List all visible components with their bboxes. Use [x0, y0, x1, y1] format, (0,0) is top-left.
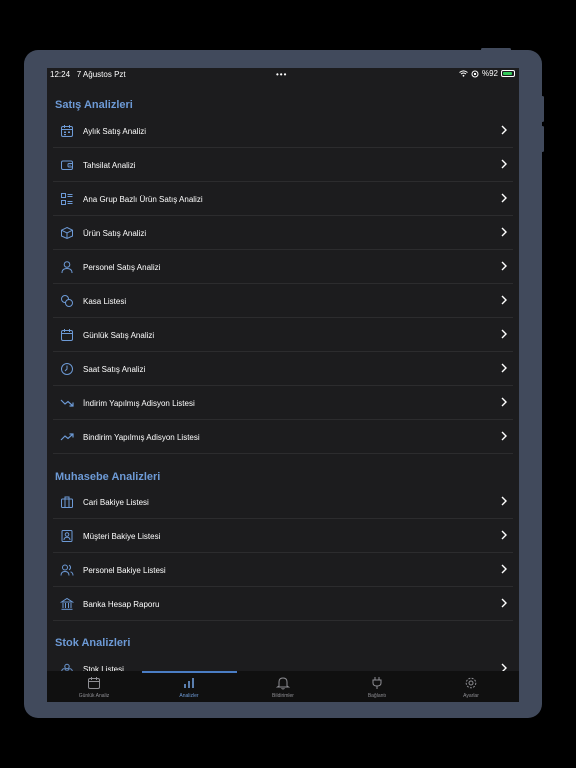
list-item-label: Personel Satış Analizi — [83, 262, 161, 272]
list-item-label: Bindirim Yapılmış Adisyon Listesi — [83, 432, 200, 442]
gear-icon — [464, 676, 478, 691]
list-item-urun-satis[interactable]: Ürün Satış Analizi — [53, 216, 513, 250]
list-item-banka-hesap[interactable]: Banka Hesap Raporu — [53, 587, 513, 621]
bell-icon — [276, 676, 290, 691]
list-item-saat-satis[interactable]: Saat Satış Analizi — [53, 352, 513, 386]
list-item-label: Kasa Listesi — [83, 296, 127, 306]
wallet-icon — [57, 155, 77, 175]
section-title-accounting: Muhasebe Analizleri — [55, 471, 161, 483]
tab-bildirimler[interactable]: Bildirimler — [236, 671, 330, 702]
box-icon — [57, 223, 77, 243]
active-tab-indicator — [142, 671, 237, 673]
chevron-right-icon — [501, 295, 507, 305]
briefcase-icon — [57, 492, 77, 512]
battery-percent: %92 — [481, 69, 498, 78]
tab-ayarlar[interactable]: Ayarlar — [424, 671, 518, 702]
list-item-label: Günlük Satış Analizi — [83, 330, 155, 340]
chevron-right-icon — [501, 431, 507, 441]
chevron-right-icon — [501, 397, 507, 407]
person-icon — [57, 257, 77, 277]
chevron-right-icon — [501, 496, 507, 506]
list-item-indirim[interactable]: İndirim Yapılmış Adisyon Listesi — [53, 386, 513, 420]
list-item-tahsilat[interactable]: Tahsilat Analizi — [53, 148, 513, 182]
list-item-label: Cari Bakiye Listesi — [83, 497, 149, 507]
chevron-right-icon — [501, 159, 507, 169]
chevron-right-icon — [501, 227, 507, 237]
chevron-right-icon — [501, 125, 507, 135]
tab-label: Ayarlar — [463, 693, 479, 699]
list-item-label: Ürün Satış Analizi — [83, 228, 147, 238]
tab-label: Analizler — [179, 693, 199, 699]
list-item-bindirim[interactable]: Bindirim Yapılmış Adisyon Listesi — [53, 420, 513, 454]
multitask-dots[interactable]: ••• — [276, 70, 287, 79]
tab-baglanti[interactable]: Bağlantı — [330, 671, 424, 702]
bar-chart-icon — [182, 676, 196, 691]
coins-icon — [57, 291, 77, 311]
people-icon — [57, 560, 77, 580]
device-volume-up-button — [541, 96, 544, 122]
chevron-right-icon — [501, 363, 507, 373]
divider — [53, 453, 513, 454]
list-item-personel-bakiye[interactable]: Personel Bakiye Listesi — [53, 553, 513, 587]
list-item-label: Aylık Satış Analizi — [83, 126, 146, 136]
contact-card-icon — [57, 526, 77, 546]
clock-icon — [57, 359, 77, 379]
chevron-right-icon — [501, 598, 507, 608]
orientation-lock-icon — [471, 70, 479, 77]
section-title-sales: Satış Analizleri — [55, 99, 133, 111]
tab-label: Bildirimler — [272, 693, 294, 699]
list-item-label: Ana Grup Bazlı Ürün Satış Analizi — [83, 194, 203, 204]
chevron-right-icon — [501, 261, 507, 271]
tab-analizler[interactable]: Analizler — [142, 671, 236, 702]
list-item-musteri-bakiye[interactable]: Müşteri Bakiye Listesi — [53, 519, 513, 553]
wifi-icon — [459, 70, 468, 77]
list-item-label: Personel Bakiye Listesi — [83, 565, 166, 575]
status-bar: 12:24 7 Ağustos Pzt ••• %92 — [47, 68, 519, 82]
list-item-aylik-satis[interactable]: Aylık Satış Analizi — [53, 114, 513, 148]
device-power-button — [481, 48, 511, 51]
list-item-gunluk-satis[interactable]: Günlük Satış Analizi — [53, 318, 513, 352]
divider — [53, 620, 513, 621]
calendar-icon — [87, 676, 101, 691]
chevron-right-icon — [501, 329, 507, 339]
list-item-cari-bakiye[interactable]: Cari Bakiye Listesi — [53, 485, 513, 519]
chevron-right-icon — [501, 193, 507, 203]
device-volume-down-button — [541, 126, 544, 152]
bank-icon — [57, 594, 77, 614]
trend-up-icon — [57, 427, 77, 447]
list-item-label: İndirim Yapılmış Adisyon Listesi — [83, 398, 195, 408]
list-item-label: Saat Satış Analizi — [83, 364, 146, 374]
plug-icon — [370, 676, 384, 691]
list-item-label: Müşteri Bakiye Listesi — [83, 531, 161, 541]
trend-down-icon — [57, 393, 77, 413]
list-item-personel-satis[interactable]: Personel Satış Analizi — [53, 250, 513, 284]
calendar-icon — [57, 121, 77, 141]
chevron-right-icon — [501, 564, 507, 574]
tab-label: Günlük Analiz — [78, 693, 110, 699]
list-icon — [57, 189, 77, 209]
tab-bar: Günlük Analiz Analizler Bildirimler Bağl… — [47, 671, 519, 702]
list-item-label: Tahsilat Analizi — [83, 160, 136, 170]
list-item-label: Banka Hesap Raporu — [83, 599, 160, 609]
tab-label: Bağlantı — [367, 693, 387, 699]
list-item-kasa[interactable]: Kasa Listesi — [53, 284, 513, 318]
section-title-stock: Stok Analizleri — [55, 637, 131, 649]
app-screen: 12:24 7 Ağustos Pzt ••• %92 Satış Analiz… — [47, 68, 519, 702]
status-indicators: %92 — [459, 69, 515, 78]
list-item-ana-grup[interactable]: Ana Grup Bazlı Ürün Satış Analizi — [53, 182, 513, 216]
tab-gunluk-analiz[interactable]: Günlük Analiz — [47, 671, 141, 702]
chevron-right-icon — [501, 530, 507, 540]
calendar-day-icon — [57, 325, 77, 345]
status-time-date: 12:24 7 Ağustos Pzt — [50, 70, 126, 79]
battery-icon — [501, 70, 515, 77]
